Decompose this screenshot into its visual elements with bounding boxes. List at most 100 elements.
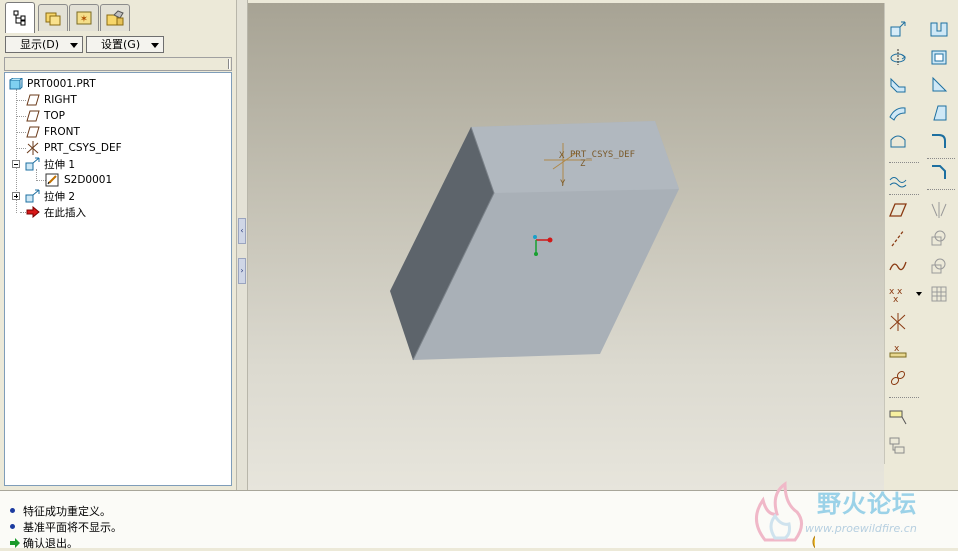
datum-plane-icon <box>889 203 907 217</box>
flame-logo-icon <box>755 481 815 548</box>
message-line: 基准平面将不显示。 <box>10 519 122 534</box>
tree-item-extrude-2[interactable]: 拉伸 2 <box>25 188 75 204</box>
model-tree[interactable]: PRT0001.PRT RIGHT TOP FRONT PRT_CSYS_DEF <box>4 72 232 486</box>
datum-point-flyout-arrow[interactable] <box>916 292 922 296</box>
annotation-tool-button[interactable] <box>887 407 909 429</box>
tree-item-extrude-1[interactable]: 拉伸 1 <box>25 156 75 172</box>
datum-point-tool-button[interactable]: xxx <box>887 283 909 305</box>
chamfer-tool-button[interactable] <box>928 161 950 183</box>
rib-tool-icon <box>932 76 948 92</box>
sweep-tool-button[interactable] <box>887 74 909 96</box>
csys-axis-y-label: Y <box>560 179 566 189</box>
surface-tool-icon <box>890 135 906 148</box>
graphics-window[interactable]: PRT_CSYS_DEF X Y Z <box>248 3 884 490</box>
analysis-tool-button[interactable]: x <box>887 339 909 361</box>
mirror-tool-button[interactable] <box>928 199 950 221</box>
tree-item-label: FRONT <box>44 126 80 138</box>
favorites-icon: ✶ <box>76 11 92 25</box>
datum-curve-tool-button[interactable] <box>887 255 909 277</box>
tree-item-root[interactable]: PRT0001.PRT <box>8 76 96 92</box>
expand-right-arrow[interactable]: › <box>238 258 246 284</box>
model-tree-tab[interactable] <box>5 2 35 33</box>
insert-here-arrow-icon <box>25 205 41 219</box>
settings-button-label: 设置(G) <box>101 38 141 51</box>
tree-collapse-toggle[interactable] <box>12 160 20 168</box>
shell-tool-button[interactable] <box>928 46 950 68</box>
tree-column-header[interactable] <box>4 57 232 71</box>
folder-browser-tab[interactable] <box>38 4 68 31</box>
tree-item-label: 在此插入 <box>44 206 86 219</box>
mirror-tool-icon <box>931 202 947 218</box>
extrude-tool-button[interactable] <box>887 18 909 40</box>
round-tool-button[interactable] <box>928 130 950 152</box>
tree-item-label: TOP <box>44 110 66 122</box>
toolbar-separator <box>889 162 919 164</box>
blend-tool-button[interactable] <box>887 102 909 124</box>
svg-text:✶: ✶ <box>80 14 88 25</box>
annotation-icon <box>889 410 907 425</box>
favorites-tab[interactable]: ✶ <box>69 4 99 31</box>
round-tool-icon <box>932 134 946 148</box>
rib-tool-button[interactable] <box>928 74 950 96</box>
chevron-down-icon <box>151 43 159 48</box>
message-line: 特征成功重定义。 <box>10 503 111 518</box>
collapse-left-arrow[interactable]: ‹ <box>238 218 246 244</box>
tree-item-label: S2D0001 <box>64 174 113 186</box>
chevron-down-icon <box>70 43 78 48</box>
connections-tab[interactable] <box>100 4 130 31</box>
svg-text:x: x <box>893 295 899 304</box>
reference-tool-button[interactable] <box>887 435 909 457</box>
tree-item-sketch[interactable]: S2D0001 <box>45 172 112 188</box>
message-text: 确认退出。 <box>23 536 78 550</box>
tree-item-top[interactable]: TOP <box>25 108 65 124</box>
tree-item-label: 拉伸 1 <box>44 158 76 171</box>
surface-tool-button[interactable] <box>887 130 909 152</box>
prompt-arrow-icon <box>10 537 20 548</box>
datum-plane-icon <box>25 93 41 107</box>
blend-tool-icon <box>889 107 906 121</box>
merge-tool-button[interactable] <box>928 227 950 249</box>
hole-tool-icon <box>930 22 948 37</box>
tree-item-label: 拉伸 2 <box>44 190 76 203</box>
chain-tool-button[interactable] <box>887 367 909 389</box>
revolve-tool-button[interactable] <box>887 46 909 68</box>
pattern-tool-button[interactable] <box>928 283 950 305</box>
show-dropdown-button[interactable]: 显示(D) <box>5 36 83 53</box>
chain-link-icon <box>890 370 906 386</box>
draft-tool-button[interactable] <box>928 102 950 124</box>
part-icon <box>8 77 24 91</box>
datum-plane-tool-button[interactable] <box>887 199 909 221</box>
revolve-tool-icon <box>890 49 906 65</box>
toolbar-separator <box>927 158 955 160</box>
trim-tool-button[interactable] <box>928 255 950 277</box>
style-tool-button[interactable] <box>887 170 909 192</box>
tree-expand-toggle[interactable] <box>12 192 20 200</box>
draft-tool-icon <box>933 105 947 121</box>
datum-plane-icon <box>25 125 41 139</box>
forum-watermark: 野火论坛 www.proewildfire.cn <box>745 478 958 548</box>
tree-item-label: PRT_CSYS_DEF <box>44 142 122 154</box>
settings-dropdown-button[interactable]: 设置(G) <box>86 36 164 53</box>
column-resize-handle[interactable] <box>228 59 230 69</box>
model-view[interactable]: PRT_CSYS_DEF X Y Z <box>248 3 884 490</box>
panel-splitter[interactable]: ‹ › <box>236 0 248 490</box>
info-bullet-icon <box>10 524 15 529</box>
datum-curve-icon <box>889 261 907 271</box>
analysis-icon: x <box>889 344 907 358</box>
navigator-button-row: 显示(D) 设置(G) <box>4 36 234 54</box>
hole-tool-button[interactable] <box>928 18 950 40</box>
shell-tool-icon <box>931 50 947 65</box>
navigator-panel: ✶ 显示(D) 设置(G) PRT0001.PRT RIGHT TOP FRON… <box>0 0 236 490</box>
tree-item-front[interactable]: FRONT <box>25 124 80 140</box>
merge-tool-icon <box>931 230 946 246</box>
toolbar-separator <box>889 397 919 399</box>
info-bullet-icon <box>10 508 15 513</box>
tree-item-csys[interactable]: PRT_CSYS_DEF <box>25 140 122 156</box>
tree-item-right[interactable]: RIGHT <box>25 92 77 108</box>
datum-axis-tool-button[interactable] <box>887 227 909 249</box>
trim-tool-icon <box>931 258 946 274</box>
feature-toolbar: xxx x <box>884 3 958 464</box>
csys-tool-button[interactable] <box>887 311 909 333</box>
tree-item-insert-here[interactable]: 在此插入 <box>25 204 86 220</box>
datum-axis-icon <box>891 229 905 247</box>
